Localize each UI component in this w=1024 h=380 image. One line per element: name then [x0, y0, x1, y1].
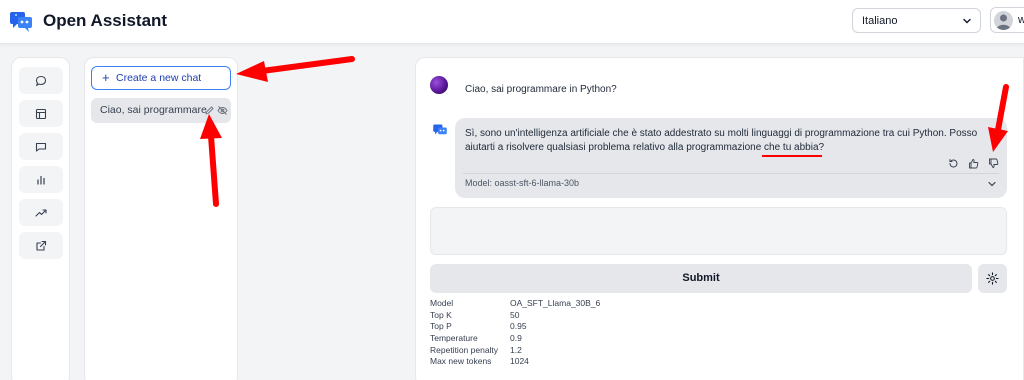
message-square-icon [35, 142, 47, 152]
bar-chart-icon [37, 175, 45, 185]
parameter-value: 50 [510, 309, 520, 320]
user-menu-button[interactable]: w [990, 7, 1024, 33]
chat-list-item[interactable]: Ciao, sai programmare [91, 98, 231, 123]
chevron-down-icon [963, 18, 971, 24]
chat-list-panel: + Create a new chat Ciao, sai programmar… [84, 57, 238, 380]
open-assistant-logo-icon[interactable] [8, 8, 34, 34]
user-avatar-icon [994, 11, 1013, 30]
nav-rail [11, 57, 70, 380]
gear-icon [986, 272, 999, 285]
layout-icon [35, 108, 47, 119]
parameter-name: Max new tokens [430, 356, 492, 367]
trending-up-icon [35, 208, 47, 217]
assistant-message-bubble: Sì, sono un'intelligenza artificiale che… [455, 118, 1007, 198]
parameter-row: Top P 0.95 [430, 321, 600, 333]
chat-bubble-icon [35, 75, 47, 86]
chat-main-panel: Ciao, sai programmare in Python? Sì, son… [415, 57, 1024, 380]
app-title: Open Assistant [43, 11, 168, 30]
parameter-name: Temperature [430, 333, 478, 344]
model-label: Model: oasst-sft-6-llama-30b [465, 178, 580, 188]
parameter-value: 0.95 [510, 321, 527, 332]
chat-item-title: Ciao, sai programmare [100, 104, 207, 116]
nav-leaderboard-button[interactable] [19, 199, 63, 226]
thumbs-up-icon[interactable] [968, 158, 979, 169]
parameter-name: Repetition penalty [430, 344, 499, 355]
parameter-value: 1.2 [510, 344, 522, 355]
parameter-name: Top K [430, 309, 452, 320]
assistant-avatar-icon [433, 124, 447, 135]
parameter-name: Model [430, 298, 454, 308]
parameter-row: Top K 50 [430, 310, 600, 322]
create-new-chat-label: Create a new chat [116, 72, 202, 84]
nav-chat-button[interactable] [19, 67, 63, 94]
user-message: Ciao, sai programmare in Python? [465, 84, 617, 95]
parameter-row: Model OA_SFT_Llama_30B_6 [430, 298, 600, 310]
plus-icon: + [102, 70, 110, 85]
message-input[interactable] [430, 207, 1007, 255]
nav-external-link-button[interactable] [19, 232, 63, 259]
user-name: w [1018, 14, 1024, 26]
parameter-value: 0.9 [510, 333, 522, 344]
arrow-to-new-chat [236, 56, 355, 82]
parameter-list: Model OA_SFT_Llama_30B_6 Top K 50 Top P 0.9… [430, 298, 600, 368]
pencil-icon[interactable] [204, 105, 215, 116]
create-new-chat-button[interactable]: + Create a new chat [91, 66, 231, 90]
language-select[interactable]: Italiano [852, 8, 981, 33]
parameter-row: Max new tokens 1024 [430, 356, 600, 368]
nav-layout-button[interactable] [19, 100, 63, 127]
language-select-value: Italiano [862, 15, 898, 27]
thumbs-down-icon[interactable] [988, 158, 999, 169]
nav-stats-button[interactable] [19, 166, 63, 193]
submit-button[interactable]: Submit [430, 264, 972, 293]
eye-off-icon[interactable] [217, 105, 228, 116]
parameter-row: Repetition penalty 1.2 [430, 345, 600, 357]
retry-icon[interactable] [948, 158, 959, 169]
parameter-value: OA_SFT_Llama_30B_6 [510, 298, 601, 308]
message-actions [948, 158, 999, 169]
parameter-value: 1024 [510, 356, 529, 367]
parameter-name: Top P [430, 321, 452, 332]
external-link-icon [36, 240, 47, 251]
top-header: Open Assistant Italiano w [0, 0, 1024, 44]
user-avatar [430, 76, 448, 94]
assistant-message: Sì, sono un'intelligenza artificiale che… [465, 128, 978, 153]
message-divider [463, 173, 999, 174]
nav-messages-button[interactable] [19, 133, 63, 160]
parameter-row: Temperature 0.9 [430, 333, 600, 345]
settings-button[interactable] [978, 264, 1007, 293]
chevron-down-icon[interactable] [987, 179, 997, 189]
